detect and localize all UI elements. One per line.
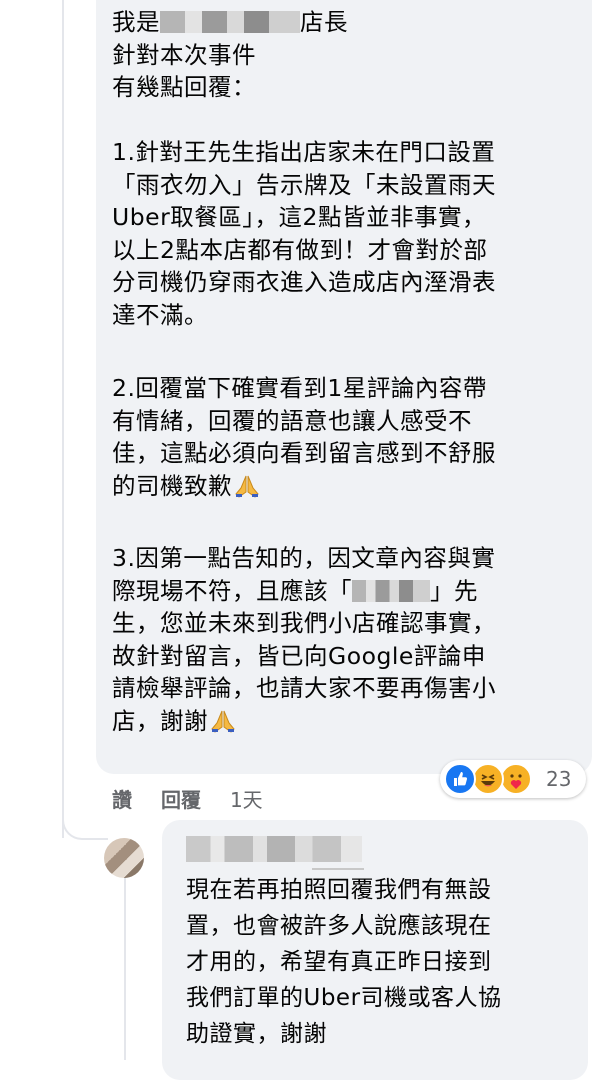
thread-branch-line: [62, 812, 108, 840]
like-button[interactable]: 讚: [112, 788, 132, 812]
folded-hands-emoji-icon: [210, 709, 236, 742]
comment-point-2: 2.回覆當下確實看到1星評論內容帶 有情緒，回覆的語意也讓人感受不 佳，這點必須…: [112, 372, 496, 506]
comment-actions: 讚 回覆 1天: [112, 784, 285, 813]
haha-icon: [472, 763, 504, 795]
folded-hands-emoji-icon: [234, 474, 260, 507]
reply-text: 現在若再拍照回覆我們有無設 置，也會被許多人說應該現在 才用的，希望有真正昨日接…: [186, 877, 502, 1047]
reactions-summary[interactable]: 23: [440, 760, 586, 798]
comment-point-3: 3.因第一點告知的，因文章內容與實 際現場不符，且應該「 」先 生，您並未來到我們…: [112, 542, 496, 741]
redacted-store-name: [160, 11, 300, 33]
reaction-count: 23: [546, 767, 572, 791]
redacted-person-name: [352, 579, 430, 602]
comment-timestamp[interactable]: 1天: [230, 788, 263, 812]
comment-point-1: 1.針對王先生指出店家未在門口設置 「雨衣勿入」告示牌及「未設置雨天 Uber取…: [112, 138, 496, 329]
avatar[interactable]: [104, 838, 144, 878]
reply-button[interactable]: 回覆: [161, 788, 201, 812]
redacted-reply-author-name[interactable]: [186, 836, 362, 862]
reply-thread-line: [124, 876, 126, 1060]
thread-line: [62, 0, 64, 838]
care-icon: [500, 763, 532, 795]
reply-name-underline: [312, 868, 364, 870]
like-icon: [444, 763, 476, 795]
comment-intro: 我是 店長 針對本次事件 有幾點回覆：: [112, 8, 348, 101]
